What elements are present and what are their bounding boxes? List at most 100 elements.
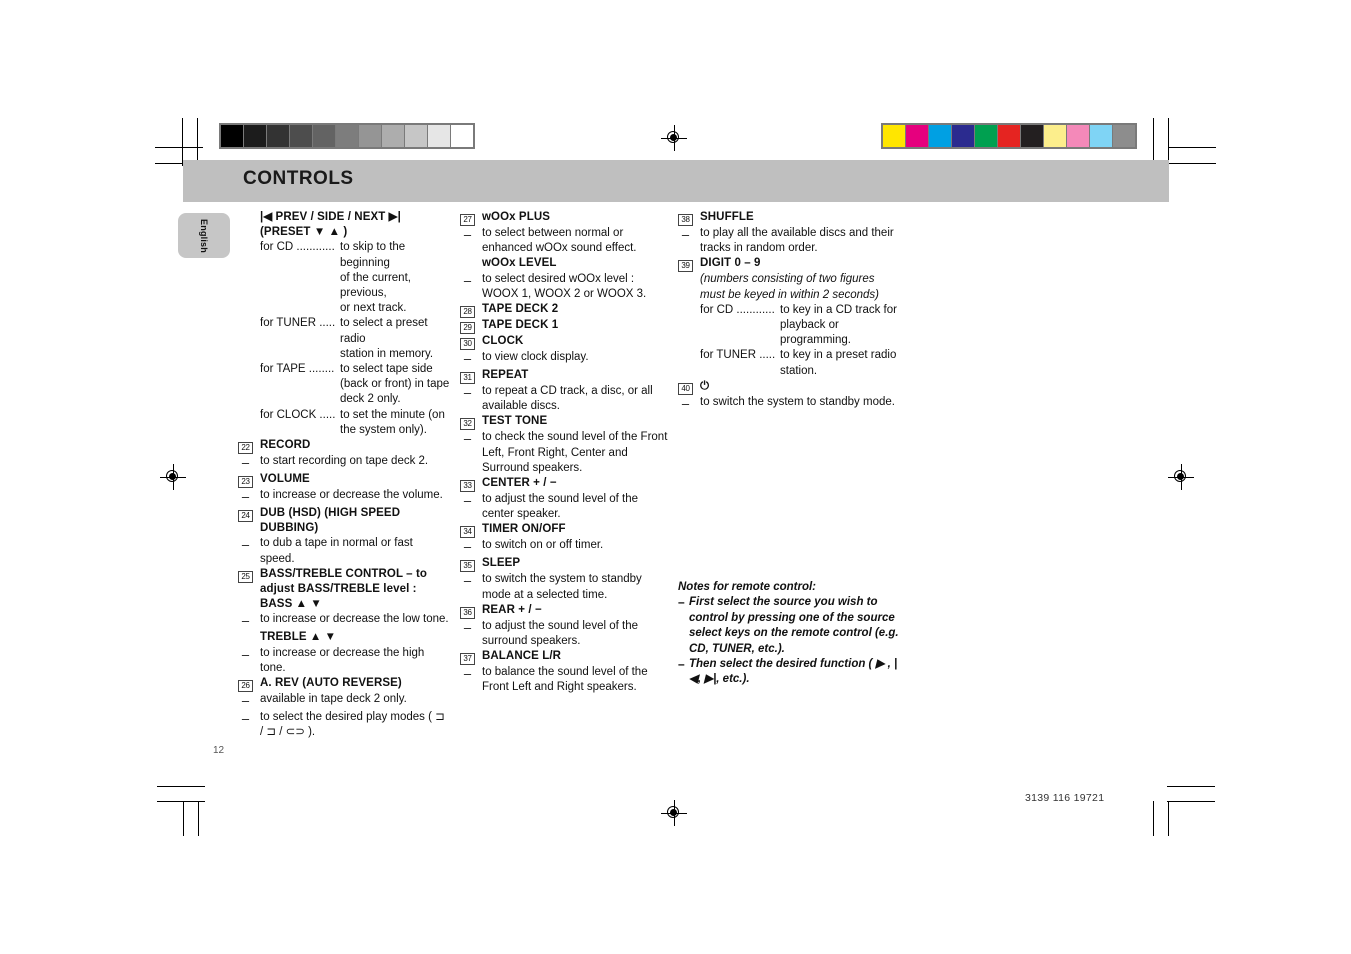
- control-name: A. REV (AUTO REVERSE): [260, 677, 402, 690]
- definition-label: for CD ............: [700, 303, 775, 316]
- control-bullet: – available in tape deck 2 only.: [238, 692, 450, 710]
- bullet-dash: –: [681, 395, 690, 411]
- item-body: TEST TONE: [482, 414, 672, 429]
- control-bullet: – to increase or decrease the volume.: [238, 488, 450, 506]
- definition-text-cont: deck 2 only.: [340, 393, 401, 406]
- page-title: CONTROLS: [243, 168, 354, 189]
- item-number: 32: [460, 418, 475, 431]
- control-bullet: – to switch on or off timer.: [460, 538, 672, 556]
- crop-mark-top-left-h1: [155, 147, 203, 148]
- control-description: to select the desired play modes ( ⊐ / ⊐…: [260, 711, 445, 739]
- control-note: must be keyed in within 2 seconds): [700, 288, 879, 301]
- control-bullet: – to select the desired play modes ( ⊐ / …: [238, 710, 450, 740]
- item-number: 22: [238, 442, 253, 455]
- column-two: 27 wOOx PLUS – to select between normal or …: [460, 210, 672, 696]
- control-bullet: – to select desired wOOx level : WOOX 1, …: [460, 272, 672, 302]
- gray-swatch-0: [221, 125, 243, 147]
- gray-swatch-9: [428, 125, 450, 147]
- column-three: 38 SHUFFLE – to play all the available disc…: [678, 210, 898, 413]
- gray-swatch-2: [267, 125, 289, 147]
- control-entry: 23 VOLUME: [238, 472, 450, 489]
- item-body: TAPE DECK 2: [482, 302, 672, 317]
- crop-mark-bottom-left-v1: [183, 801, 184, 836]
- item-body: available in tape deck 2 only.: [260, 692, 450, 707]
- item-body: wOOx LEVEL: [482, 256, 672, 271]
- crop-mark-bottom-left-v2: [198, 801, 199, 836]
- definition-group: for CD ............ to key in a CD track …: [700, 303, 898, 379]
- item-body: to start recording on tape deck 2.: [260, 454, 450, 469]
- control-entry: BASS ▲ ▼: [238, 597, 450, 612]
- item-body: |◀ PREV / SIDE / NEXT ▶|: [260, 210, 450, 225]
- item-body: CLOCK: [482, 334, 672, 349]
- page-header-band: CONTROLS: [183, 160, 1169, 202]
- control-name: TEST TONE: [482, 415, 548, 428]
- control-name: TAPE DECK 2: [482, 303, 559, 316]
- control-description: to adjust the sound level of the center …: [482, 493, 638, 521]
- bullet-dash: –: [241, 646, 250, 662]
- control-description: to start recording on tape deck 2.: [260, 455, 429, 468]
- gray-swatch-8: [405, 125, 427, 147]
- control-name: ⏻: [700, 379, 710, 392]
- control-entry: 29 TAPE DECK 1: [460, 318, 672, 335]
- note-text: First select the source you wish to cont…: [689, 596, 899, 655]
- item-body: (PRESET ▼ ▲ ): [260, 225, 450, 240]
- item-body: wOOx PLUS: [482, 210, 672, 225]
- bullet-dash: –: [463, 666, 472, 682]
- definition-text-cont: station in memory.: [340, 347, 434, 360]
- control-entry: 33 CENTER + / −: [460, 476, 672, 493]
- item-body: to select desired wOOx level : WOOX 1, W…: [482, 272, 672, 302]
- color-swatch-2: [929, 125, 951, 147]
- item-body: to switch the system to standby mode at …: [482, 572, 672, 602]
- definition-row: for TAPE ........ to select tape side: [260, 362, 450, 377]
- bullet-dash: –: [463, 573, 472, 589]
- definition-text: to select tape side: [340, 363, 433, 376]
- definition-text: to key in a preset radio: [780, 349, 897, 362]
- definition-text-cont: (back or front) in tape: [340, 378, 450, 391]
- control-name: VOLUME: [260, 473, 310, 486]
- item-body: TIMER ON/OFF: [482, 522, 672, 537]
- control-name: CLOCK: [482, 335, 524, 348]
- control-entry: TREBLE ▲ ▼: [238, 630, 450, 645]
- control-entry: (numbers consisting of two figures must b…: [678, 272, 898, 378]
- color-swatch-1: [906, 125, 928, 147]
- bullet-dash: –: [241, 711, 250, 727]
- gray-swatch-10: [451, 125, 473, 147]
- bullet-dash: –: [241, 455, 250, 471]
- item-number: 29: [460, 322, 475, 335]
- color-swatch-5: [998, 125, 1020, 147]
- bullet-dash: –: [463, 385, 472, 401]
- control-description: to switch the system to standby mode at …: [482, 573, 642, 601]
- bullet-dash: –: [241, 537, 250, 553]
- definition-text-cont: programming.: [780, 334, 851, 347]
- item-number: 40: [678, 382, 693, 395]
- control-bullet: – to adjust the sound level of the center…: [460, 492, 672, 522]
- control-subname: BASS ▲ ▼: [260, 598, 322, 611]
- control-bullet: – to dub a tape in normal or fast speed.: [238, 536, 450, 566]
- bullet-dash: –: [241, 489, 250, 505]
- control-entry: |◀ PREV / SIDE / NEXT ▶|: [238, 210, 450, 225]
- item-body: (numbers consisting of two figures must b…: [700, 272, 898, 378]
- item-body: to switch on or off timer.: [482, 538, 672, 553]
- bullet-dash: –: [241, 693, 250, 709]
- control-description: available in tape deck 2 only.: [260, 693, 407, 706]
- item-body: for CD ............ to skip to the beginn…: [260, 240, 450, 438]
- bullet-dash: –: [241, 613, 250, 629]
- notes-heading: Notes for remote control:: [678, 581, 817, 593]
- crop-mark-top-right-h1: [1168, 147, 1216, 148]
- color-swatch-6: [1021, 125, 1043, 147]
- registration-mark-right: [1168, 464, 1194, 490]
- control-name: SLEEP: [482, 557, 521, 570]
- control-subname: TREBLE ▲ ▼: [260, 631, 337, 644]
- item-number: 36: [460, 606, 475, 619]
- control-bullet: – to switch the system to standby mode at…: [460, 572, 672, 602]
- control-name: BASS/TREBLE CONTROL – to adjust BASS/TRE…: [260, 567, 428, 596]
- item-body: to repeat a CD track, a disc, or all ava…: [482, 384, 672, 414]
- registration-mark-bottom: [661, 800, 687, 826]
- bullet-dash: –: [681, 227, 690, 242]
- control-name: SHUFFLE: [700, 211, 754, 223]
- item-body: to balance the sound level of the Front …: [482, 665, 672, 695]
- control-entry: 38 SHUFFLE: [678, 210, 898, 226]
- control-description: to select desired wOOx level : WOOX 1, W…: [482, 272, 647, 300]
- item-body: to dub a tape in normal or fast speed.: [260, 536, 450, 566]
- crop-mark-bottom-right-v2: [1168, 801, 1169, 836]
